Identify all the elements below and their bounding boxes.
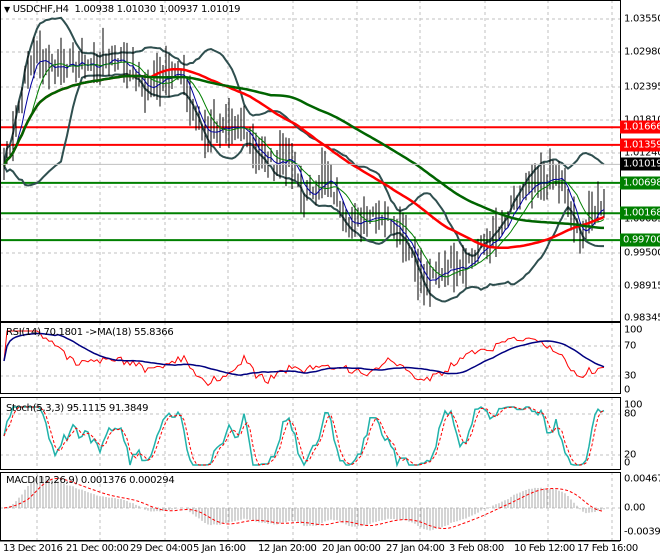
level-price-tag: 1.00168	[620, 206, 660, 220]
chart-header: ▼ USDCHF,H4 1.00938 1.01030 1.00937 1.01…	[4, 4, 241, 15]
price-axis-label: 1.02395	[624, 81, 660, 93]
stoch-axis-0: 0	[624, 457, 631, 469]
macd-axis-min: -0.0039	[624, 526, 660, 538]
rsi-line	[3, 330, 605, 387]
price-axis-label: 1.02980	[624, 46, 660, 58]
stoch-label: Stoch(5,3,3) 95.1115 91.3849	[6, 403, 149, 414]
rsi-ma-line	[3, 332, 605, 376]
level-price-tag: 1.00698	[620, 176, 660, 190]
time-axis-label: 29 Dec 04:00	[130, 543, 193, 554]
stoch-k-line	[3, 406, 605, 468]
macd-axis-zero: 0.00	[624, 502, 646, 514]
time-axis-label: 20 Jan 00:00	[322, 543, 381, 554]
ma-100	[2, 67, 605, 249]
price-axis-label: 0.99500	[624, 247, 660, 259]
time-axis-label: 5 Jan 16:00	[193, 543, 246, 554]
time-axis-label: 12 Jan 20:00	[258, 543, 317, 554]
close-value: 1.01019	[200, 4, 241, 15]
rsi-axis-0: 0	[624, 384, 631, 396]
time-axis-label: 10 Feb 12:00	[514, 543, 575, 554]
low-value: 1.00937	[158, 4, 199, 15]
stoch-d-line	[3, 406, 605, 466]
rsi-label: RSI(14) 70.1801 ->MA(18) 55.8366	[6, 327, 174, 338]
symbol-label: USDCHF,H4	[12, 4, 69, 15]
price-axis-label: 1.03550	[624, 13, 660, 25]
level-price-tag: 1.01359	[620, 138, 660, 152]
time-axis-label: 27 Jan 04:00	[386, 543, 445, 554]
time-axis-label: 3 Feb 08:00	[449, 543, 504, 554]
time-axis-label: 13 Dec 2016	[3, 543, 63, 554]
ma-mid	[3, 61, 605, 278]
rsi-axis-70: 70	[624, 340, 637, 352]
stoch-axis-80: 80	[624, 408, 637, 420]
level-price-tag: 1.01666	[620, 120, 660, 134]
price-axis-label: 0.98345	[624, 312, 660, 324]
open-value: 1.00938	[74, 4, 115, 15]
time-axis-label: 17 Feb 16:00	[577, 543, 638, 554]
level-price-tag: 0.99700	[620, 233, 660, 247]
price-axis-label: 0.98915	[624, 280, 660, 292]
time-axis-label: 21 Dec 00:00	[66, 543, 129, 554]
macd-axis-max: 0.004671	[624, 473, 660, 485]
macd-label: MACD(12,26,9) 0.001376 0.000294	[6, 475, 175, 486]
rsi-axis-100: 100	[624, 324, 643, 336]
rsi-axis-30: 30	[624, 370, 637, 382]
current-price-tag: 1.01019	[620, 157, 660, 171]
dropdown-triangle-icon[interactable]: ▼	[4, 5, 10, 14]
high-value: 1.01030	[116, 4, 157, 15]
